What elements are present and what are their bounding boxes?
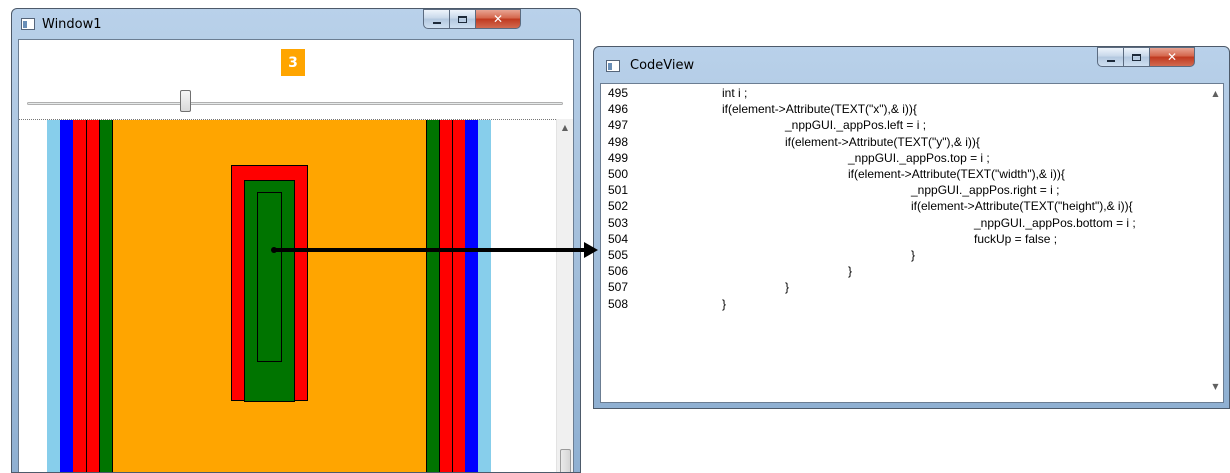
- line-number: 499: [608, 150, 629, 165]
- line-number: 503: [608, 215, 629, 230]
- canvas-scroll-area: [19, 119, 556, 472]
- stripe-green-right: [426, 120, 439, 472]
- stripe-light-blue-right: [478, 120, 491, 472]
- window1-vertical-scrollbar[interactable]: ▲: [556, 119, 573, 472]
- code-line: 507}: [608, 280, 1198, 296]
- code-line: 508}: [608, 297, 1198, 313]
- codeview-vertical-scrollbar[interactable]: ▲ ▼: [1207, 84, 1223, 402]
- line-number: 507: [608, 280, 629, 295]
- stripe-red-right-1: [439, 120, 452, 472]
- scroll-down-arrow-icon[interactable]: ▼: [1207, 382, 1223, 391]
- window-app-icon: [606, 60, 620, 72]
- code-text: if(element->Attribute(TEXT("x"),& i)){: [722, 102, 917, 117]
- counter-badge: 3: [281, 49, 305, 76]
- code-editor[interactable]: 495 int i ; 496 if(element->Attribute(TEXT(…: [608, 86, 1206, 402]
- close-icon: ✕: [492, 12, 504, 26]
- inner-outline-rectangle: [257, 192, 282, 362]
- line-number: 501: [608, 183, 629, 198]
- maximize-icon: [1132, 53, 1141, 61]
- minimize-icon: [1106, 59, 1115, 62]
- stripe-red-right-2: [452, 120, 465, 472]
- code-text: }: [722, 296, 727, 311]
- code-text: fuckUp = false ;: [974, 231, 1058, 246]
- stripe-green-left: [99, 120, 112, 472]
- code-text: _nppGUI._appPos.right = i ;: [911, 183, 1060, 198]
- line-number: 502: [608, 199, 629, 214]
- codeview-titlebar[interactable]: CodeView ✕: [594, 47, 1229, 77]
- window1-title: Window1: [42, 17, 102, 32]
- code-text: if(element->Attribute(TEXT("height"),& i…: [911, 199, 1133, 214]
- codeview-title: CodeView: [630, 58, 695, 73]
- line-number: 505: [608, 248, 629, 262]
- code-text: _nppGUI._appPos.top = i ;: [848, 150, 990, 165]
- code-line: 499 _nppGUI._appPos.top = i ;: [608, 151, 1198, 167]
- code-text: if(element->Attribute(TEXT("y"),& i)){: [785, 134, 980, 149]
- code-text: _nppGUI._appPos.left = i ;: [785, 118, 927, 133]
- stripe-blue-right: [465, 120, 478, 472]
- code-line: 500 if(element->Attribute(TEXT("width"),&…: [608, 167, 1198, 183]
- minimize-button[interactable]: [423, 9, 450, 29]
- stripe-red-left-1: [73, 120, 86, 472]
- codeview-client: 495 int i ; 496 if(element->Attribute(TEXT(…: [600, 83, 1224, 403]
- code-line: 503 _nppGUI._appPos.bottom = i ;: [608, 216, 1198, 232]
- minimize-icon: [432, 21, 441, 24]
- close-icon: ✕: [1166, 50, 1178, 64]
- scrollbar-thumb[interactable]: [560, 449, 571, 472]
- line-number: 498: [608, 134, 629, 149]
- code-line: 495 int i ;: [608, 86, 1198, 102]
- line-number: 497: [608, 118, 629, 133]
- line-number: 500: [608, 167, 629, 181]
- code-line: 496 if(element->Attribute(TEXT("x"),& i))…: [608, 102, 1198, 118]
- code-line: 506}: [608, 264, 1198, 280]
- code-line: 497 _nppGUI._appPos.left = i ;: [608, 118, 1198, 134]
- codeview-window: CodeView ✕ 495 int i ; 496 if(element->Attr…: [593, 46, 1230, 409]
- code-line: 498 if(element->Attribute(TEXT("y"),& i))…: [608, 135, 1198, 151]
- code-text: }: [848, 264, 853, 279]
- stripe-red-left-2: [86, 120, 99, 472]
- scroll-up-arrow-icon[interactable]: ▲: [557, 123, 573, 132]
- code-text: if(element->Attribute(TEXT("width"),& i)…: [848, 167, 1065, 181]
- line-number: 504: [608, 231, 629, 246]
- window1-titlebar[interactable]: Window1 ✕: [12, 9, 580, 39]
- line-number: 496: [608, 102, 629, 117]
- code-line: 504 fuckUp = false ;: [608, 232, 1198, 248]
- scroll-up-arrow-icon[interactable]: ▲: [1207, 89, 1223, 98]
- maximize-button[interactable]: [449, 9, 476, 29]
- code-line: 505}: [608, 248, 1198, 264]
- maximize-icon: [458, 15, 467, 23]
- maximize-button[interactable]: [1123, 47, 1150, 67]
- orange-panel: [112, 120, 426, 472]
- close-button[interactable]: ✕: [1149, 47, 1195, 67]
- window-app-icon: [21, 18, 35, 30]
- code-text: _nppGUI._appPos.bottom = i ;: [974, 215, 1136, 230]
- code-line: 502 if(element->Attribute(TEXT("height"),…: [608, 199, 1198, 215]
- close-button[interactable]: ✕: [475, 9, 521, 29]
- code-text: int i ;: [722, 86, 748, 100]
- stripe-blue-left: [60, 120, 73, 472]
- line-number: 495: [608, 86, 629, 100]
- window1-client: 3 ▲: [18, 39, 574, 472]
- slider-thumb[interactable]: [180, 90, 191, 112]
- line-number: 508: [608, 296, 629, 311]
- minimize-button[interactable]: [1097, 47, 1124, 67]
- code-text: }: [911, 248, 916, 262]
- code-text: }: [785, 280, 790, 295]
- window1: Window1 ✕ 3 ▲: [11, 8, 581, 473]
- stripe-light-blue-left: [47, 120, 60, 472]
- code-line: 501 _nppGUI._appPos.right = i ;: [608, 183, 1198, 199]
- slider-track[interactable]: [27, 102, 563, 105]
- line-number: 506: [608, 264, 629, 279]
